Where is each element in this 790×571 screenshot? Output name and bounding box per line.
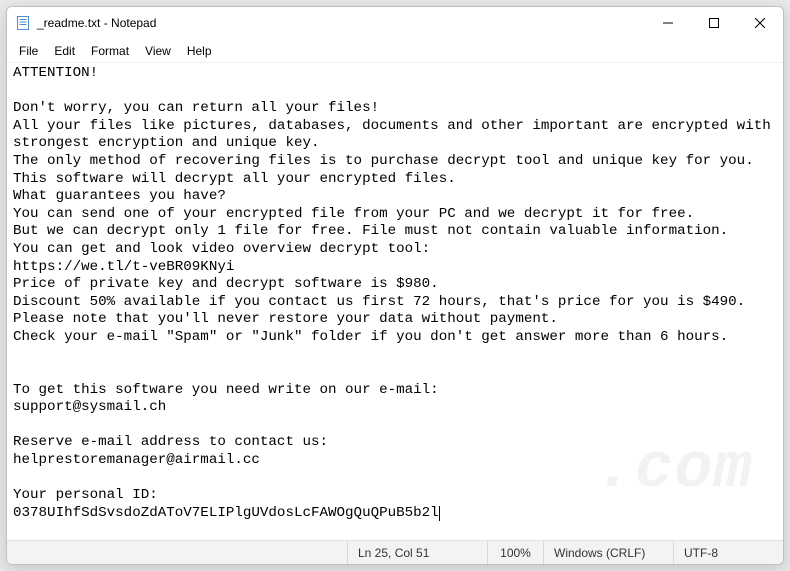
status-zoom: 100% [487,541,543,564]
close-button[interactable] [737,7,783,39]
notepad-icon [15,15,31,31]
status-cursor-position: Ln 25, Col 51 [347,541,487,564]
status-line-ending: Windows (CRLF) [543,541,673,564]
text-caret [439,506,440,521]
menu-format[interactable]: Format [83,41,137,61]
menu-help[interactable]: Help [179,41,220,61]
menu-view[interactable]: View [137,41,179,61]
titlebar: _readme.txt - Notepad [7,7,783,39]
menu-file[interactable]: File [11,41,46,61]
document-text: ATTENTION! Don't worry, you can return a… [13,65,779,521]
menu-edit[interactable]: Edit [46,41,83,61]
menubar: File Edit Format View Help [7,39,783,63]
watermark-text: .com [595,462,753,480]
window-controls [645,7,783,39]
text-editor-area[interactable]: ATTENTION! Don't worry, you can return a… [7,63,783,540]
notepad-window: _readme.txt - Notepad File Edit Format V… [6,6,784,565]
window-title: _readme.txt - Notepad [37,16,645,30]
statusbar: Ln 25, Col 51 100% Windows (CRLF) UTF-8 [7,540,783,564]
minimize-button[interactable] [645,7,691,39]
maximize-button[interactable] [691,7,737,39]
status-spacer [7,541,347,564]
status-encoding: UTF-8 [673,541,783,564]
